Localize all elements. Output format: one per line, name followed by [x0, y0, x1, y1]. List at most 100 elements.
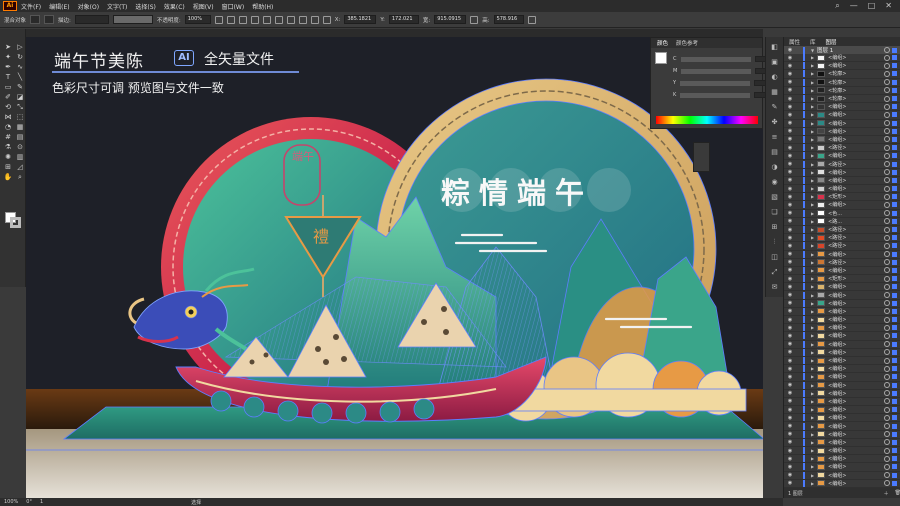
menu-help[interactable]: 帮助(H) — [252, 2, 273, 11]
gradient-icon[interactable]: ▤ — [770, 147, 780, 157]
stroke-weight-field[interactable] — [74, 15, 109, 24]
eye-icon[interactable]: ◉ — [784, 472, 796, 478]
comments-icon[interactable]: ✉ — [770, 282, 780, 292]
layer-row[interactable]: ◉▶<编组> — [784, 348, 900, 357]
height-field[interactable]: 578.916 — [493, 15, 524, 24]
new-layer-icon[interactable]: ＋ — [884, 490, 889, 497]
eye-icon[interactable]: ◉ — [784, 423, 796, 429]
target-icon[interactable] — [884, 111, 890, 118]
eye-icon[interactable]: ◉ — [784, 276, 796, 282]
direct-selection-tool-icon[interactable]: ▷ — [15, 43, 25, 51]
eye-icon[interactable]: ◉ — [784, 169, 796, 175]
target-icon[interactable] — [884, 365, 890, 372]
layer-row[interactable]: ◉▶<编组> — [784, 406, 900, 415]
paintbrush-tool-icon[interactable]: ✎ — [15, 83, 25, 91]
delete-layer-icon[interactable]: 🗑 — [895, 490, 900, 496]
shape-builder-tool-icon[interactable]: ◔ — [3, 123, 13, 131]
target-icon[interactable] — [884, 373, 890, 380]
eyedropper-tool-icon[interactable]: ⚗ — [3, 143, 13, 151]
mesh-tool-icon[interactable]: # — [3, 133, 13, 141]
align-icon[interactable]: ⫶ — [770, 237, 780, 247]
layer-row[interactable]: ◉▶<编组> — [784, 201, 900, 210]
zoom-tool-icon[interactable]: ⌕ — [15, 173, 25, 181]
target-icon[interactable] — [884, 177, 890, 184]
style-icon[interactable] — [214, 15, 223, 24]
symbol-sprayer-tool-icon[interactable]: ✺ — [3, 153, 13, 161]
properties-icon[interactable]: ◧ — [770, 42, 780, 52]
layer-row[interactable]: ◉ ▶ <矩形> — [784, 193, 900, 202]
artboard-tool-icon[interactable]: ⊞ — [3, 163, 13, 171]
eye-icon[interactable]: ◉ — [784, 120, 796, 126]
panel-menu-icon[interactable] — [527, 15, 536, 24]
target-icon[interactable] — [884, 152, 890, 159]
line-tool-icon[interactable]: ╲ — [15, 73, 25, 81]
recolor-icon[interactable] — [226, 15, 235, 24]
target-icon[interactable] — [884, 79, 890, 86]
eye-icon[interactable]: ◉ — [784, 87, 796, 93]
layer-row[interactable]: ◉▶<编组> — [784, 135, 900, 145]
eye-icon[interactable]: ◉ — [784, 235, 796, 241]
slice-tool-icon[interactable]: ◿ — [15, 163, 25, 171]
eye-icon[interactable]: ◉ — [784, 186, 796, 192]
fill-swatch[interactable] — [30, 15, 41, 24]
eye-icon[interactable]: ◉ — [784, 63, 796, 69]
tab-color-guide[interactable]: 颜色参考 — [676, 39, 698, 47]
align-center-icon[interactable] — [262, 15, 271, 24]
eye-icon[interactable]: ◉ — [784, 431, 796, 437]
layer-row[interactable]: ◉▶<编组> — [784, 299, 900, 308]
rotate-tool-icon[interactable]: ⟲ — [3, 103, 13, 111]
curvature-tool-icon[interactable]: ∿ — [15, 63, 25, 71]
layer-row[interactable]: ◉▶<编组> — [784, 307, 900, 316]
minimize-icon[interactable]: — — [850, 1, 858, 11]
target-icon[interactable] — [884, 62, 890, 69]
target-icon[interactable] — [884, 103, 890, 110]
layer-row[interactable]: ◉▶<编组> — [784, 176, 900, 185]
gradient-tool-icon[interactable]: ▤ — [15, 133, 25, 141]
eye-icon[interactable]: ◉ — [784, 259, 796, 265]
layer-row[interactable]: ◉▶<编组> — [784, 152, 900, 161]
mini-transform-widget[interactable] — [693, 142, 710, 172]
eye-icon[interactable]: ◉ — [784, 251, 796, 257]
layer-row[interactable]: ◉▶<编组> — [784, 422, 900, 431]
menu-object[interactable]: 对象(O) — [78, 2, 99, 11]
eye-icon[interactable]: ◉ — [784, 210, 796, 216]
align-bottom-icon[interactable] — [310, 15, 319, 24]
layer-row[interactable]: ◉▶<编组> — [784, 438, 900, 447]
target-icon[interactable] — [884, 390, 890, 397]
layer-row[interactable]: ◉▶<编组> — [784, 283, 900, 292]
link-proportions-icon[interactable] — [470, 15, 479, 24]
distribute-icon[interactable] — [250, 15, 259, 24]
target-icon[interactable] — [884, 251, 890, 258]
target-icon[interactable] — [884, 455, 890, 462]
menu-view[interactable]: 视图(V) — [193, 2, 214, 11]
menu-edit[interactable]: 编辑(E) — [49, 2, 69, 11]
layer-row[interactable]: ◉ ▶ <路径> — [784, 242, 900, 251]
target-icon[interactable] — [884, 472, 890, 479]
symbols-icon[interactable]: ✤ — [770, 117, 780, 127]
target-icon[interactable] — [884, 226, 890, 233]
target-icon[interactable] — [884, 120, 890, 127]
eye-icon[interactable]: ◉ — [784, 480, 796, 486]
stroke-icon[interactable]: ≡ — [770, 132, 780, 142]
eye-icon[interactable]: ◉ — [784, 194, 796, 200]
layer-row[interactable]: ◉ ▶ <轮廓> — [784, 70, 900, 79]
eye-icon[interactable]: ◉ — [784, 47, 796, 53]
eye-icon[interactable]: ◉ — [784, 300, 796, 306]
channel-c[interactable]: C — [673, 56, 769, 62]
layer-row[interactable]: ◉▶<编组> — [784, 103, 900, 112]
layer-row[interactable]: ◉▶<编组> — [784, 389, 900, 398]
align-right-icon[interactable] — [274, 15, 283, 24]
eye-icon[interactable]: ◉ — [784, 390, 796, 396]
eye-icon[interactable]: ◉ — [784, 456, 796, 462]
menu-file[interactable]: 文件(F) — [21, 2, 41, 11]
target-icon[interactable] — [884, 292, 890, 299]
eye-icon[interactable]: ◉ — [784, 202, 796, 208]
layer-row[interactable]: ◉▶<编组> — [784, 447, 900, 456]
layer-row[interactable]: ◉▶<编组> — [784, 119, 900, 128]
eraser-tool-icon[interactable]: ◪ — [15, 93, 25, 101]
color-swatch[interactable] — [655, 52, 667, 64]
eye-icon[interactable]: ◉ — [784, 374, 796, 380]
align-middle-icon[interactable] — [298, 15, 307, 24]
eye-icon[interactable]: ◉ — [784, 145, 796, 151]
channel-m[interactable]: M — [673, 68, 770, 74]
